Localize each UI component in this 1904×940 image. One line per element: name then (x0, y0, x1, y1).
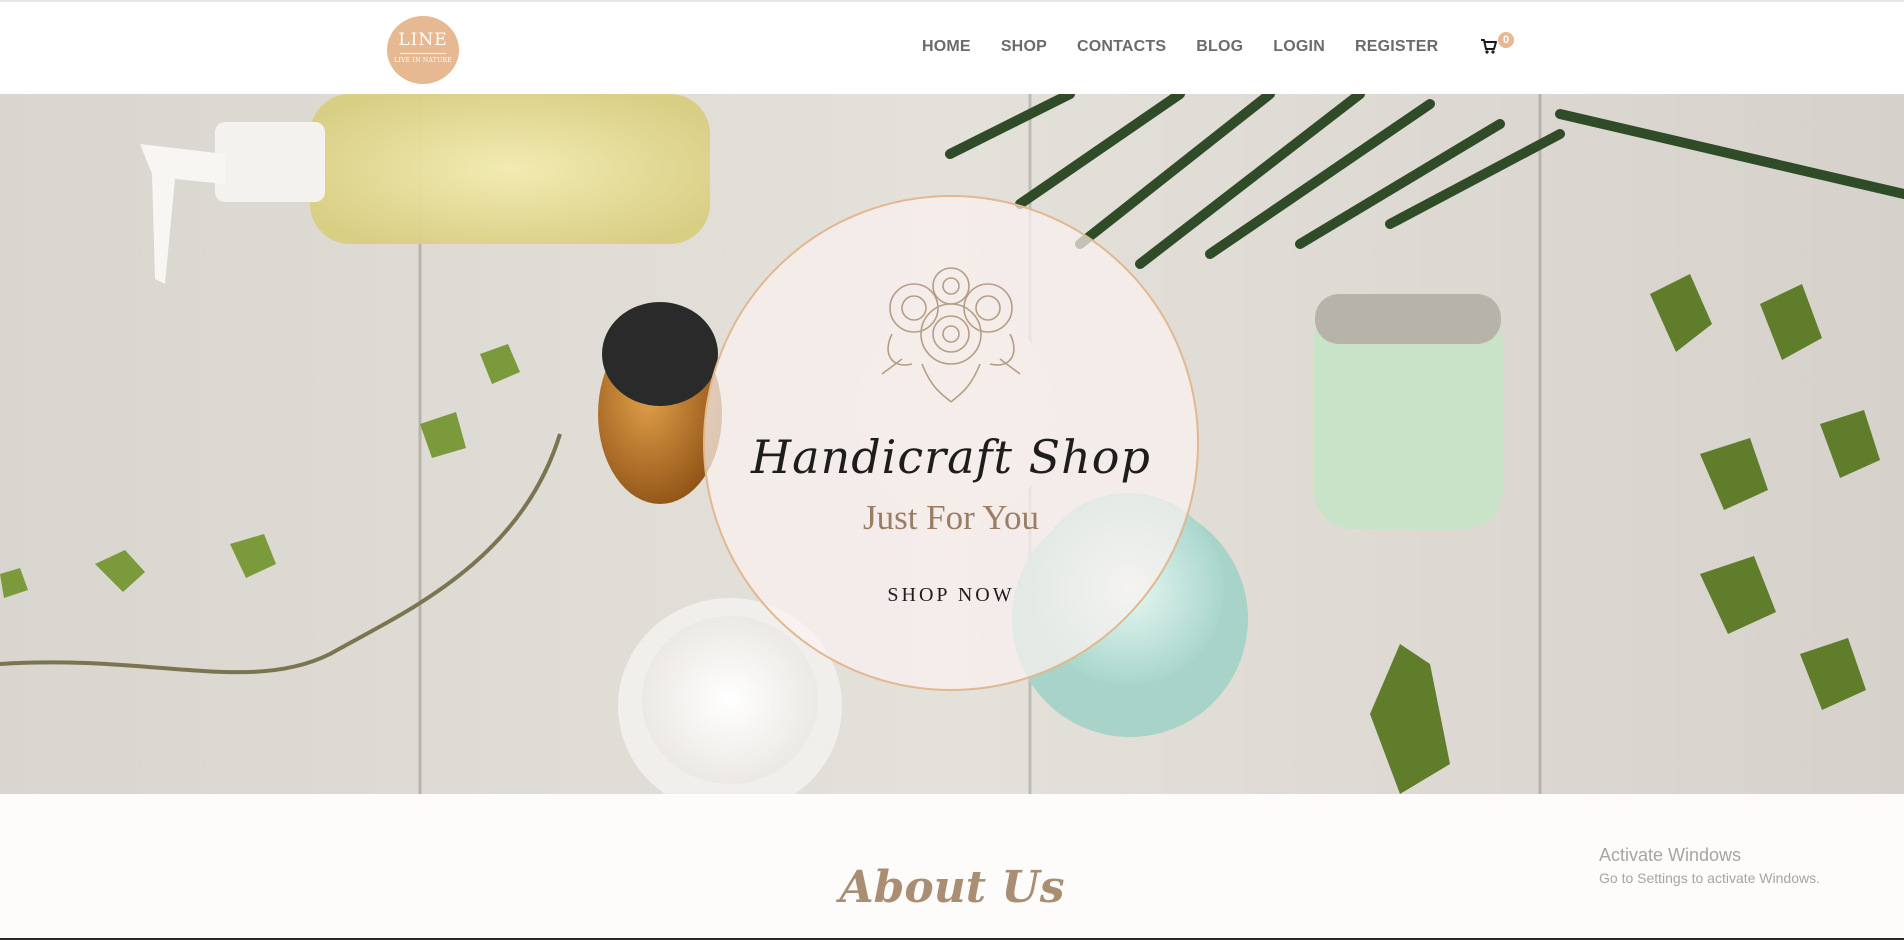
activate-windows-hint: Go to Settings to activate Windows. (1599, 870, 1820, 886)
site-header: LINE LIVE IN NATURE HOME SHOP CONTACTS B… (0, 0, 1904, 94)
nav-contacts[interactable]: CONTACTS (1077, 38, 1166, 56)
activate-windows-title: Activate Windows (1599, 845, 1742, 865)
logo-text: LINE (398, 30, 448, 50)
site-logo[interactable]: LINE LIVE IN NATURE (387, 16, 459, 84)
hero-subtitle: Just For You (862, 498, 1040, 537)
nav-register[interactable]: REGISTER (1355, 38, 1438, 56)
logo-tagline: LIVE IN NATURE (394, 57, 452, 64)
cart-button[interactable]: 0 (1481, 32, 1521, 58)
nav-login[interactable]: LOGIN (1273, 38, 1325, 56)
rose-bouquet-icon (881, 267, 1021, 403)
nav-blog[interactable]: BLOG (1196, 38, 1243, 56)
hero-title: Handicraft Shop (751, 430, 1151, 484)
logo-divider (400, 53, 446, 54)
shopping-cart-icon (1481, 39, 1497, 54)
about-us-heading: About Us (839, 862, 1065, 913)
hero-banner: Handicraft Shop Just For You SHOP NOW (0, 94, 1904, 794)
nav-shop[interactable]: SHOP (1001, 38, 1047, 56)
main-nav: HOME SHOP CONTACTS BLOG LOGIN REGISTER (922, 38, 1438, 56)
shop-now-button[interactable]: SHOP NOW (850, 584, 1052, 607)
activate-windows-watermark: Activate Windows Go to Settings to activ… (1599, 845, 1820, 886)
cart-count-badge: 0 (1498, 32, 1514, 48)
nav-home[interactable]: HOME (922, 38, 971, 56)
